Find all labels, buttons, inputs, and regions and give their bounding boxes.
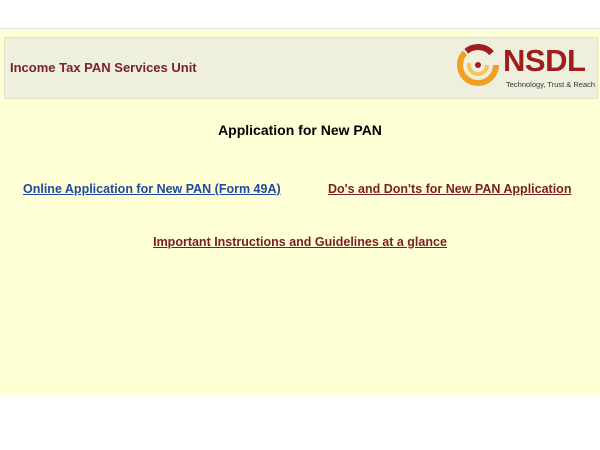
logo-wordmark: NSDL (503, 43, 586, 78)
guidelines-link[interactable]: Important Instructions and Guidelines at… (0, 235, 600, 249)
nsdl-logo[interactable]: NSDL Technology, Trust & Reach (457, 42, 595, 94)
online-application-link[interactable]: Online Application for New PAN (Form 49A… (23, 182, 281, 196)
page-body: Income Tax PAN Services Unit NSDL Techno… (0, 29, 600, 395)
page-title: Application for New PAN (218, 122, 382, 138)
unit-title: Income Tax PAN Services Unit (10, 60, 197, 75)
browser-top-strip (0, 0, 600, 29)
logo-tagline: Technology, Trust & Reach (506, 80, 596, 89)
dos-and-donts-link[interactable]: Do's and Don'ts for New PAN Application (328, 182, 571, 196)
nsdl-swirl-icon (457, 44, 499, 86)
guidelines-link-label: Important Instructions and Guidelines at… (153, 235, 447, 249)
header-bar: Income Tax PAN Services Unit NSDL Techno… (4, 37, 598, 99)
